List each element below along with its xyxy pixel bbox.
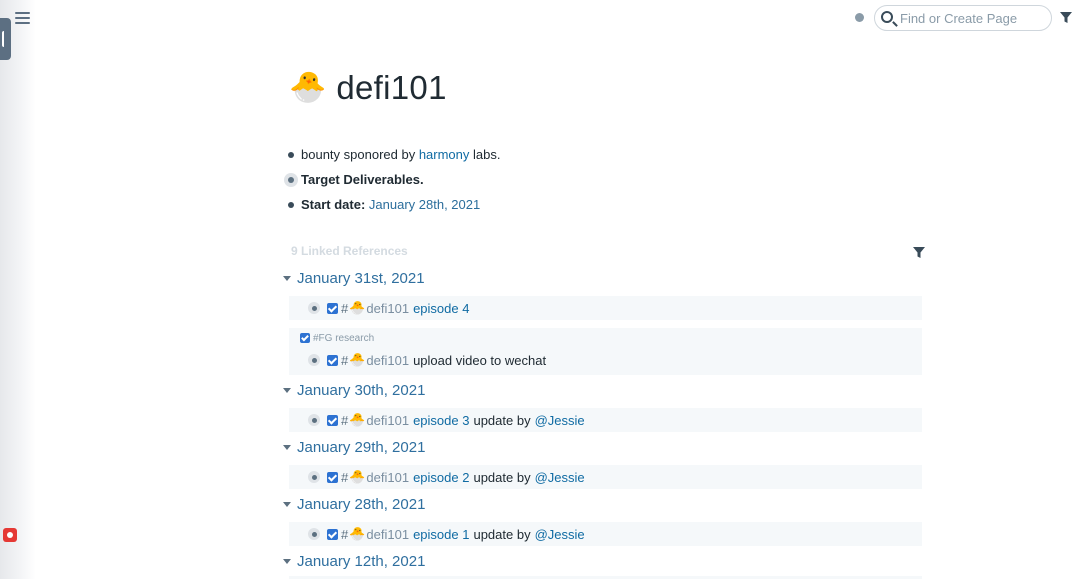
tag-hash: #	[341, 412, 349, 428]
reference-date-title[interactable]: January 30th, 2021	[297, 382, 425, 399]
reference-group-header[interactable]: January 30th, 2021	[283, 380, 425, 400]
date-link[interactable]: January 28th, 2021	[369, 197, 480, 212]
reference-text: upload video to wechat	[413, 352, 547, 368]
reference-date-title[interactable]: January 29th, 2021	[297, 439, 425, 456]
reference-group-header[interactable]: January 12th, 2021	[283, 551, 425, 571]
collapsed-bullet-icon[interactable]	[308, 471, 320, 483]
reference-block[interactable]: # 🐣 defi101 episode 4	[289, 296, 922, 320]
sync-status-dot	[855, 13, 864, 22]
collapsed-bullet-icon[interactable]	[308, 354, 320, 366]
filter-icon[interactable]	[1060, 12, 1072, 24]
block-bold-text: Start date:	[301, 197, 366, 212]
caret-down-icon[interactable]	[283, 444, 291, 450]
collapsed-bullet-icon[interactable]	[308, 414, 320, 426]
page-title-row: 🐣 defi101	[289, 68, 447, 108]
breadcrumb[interactable]: #FG research	[289, 328, 922, 348]
reference-date-title[interactable]: January 28th, 2021	[297, 496, 425, 513]
sidebar-toggle-tab[interactable]	[0, 18, 11, 60]
tag-emoji: 🐣	[349, 352, 366, 368]
page-link-episode[interactable]: episode 2	[413, 470, 469, 485]
reference-group-header[interactable]: January 29th, 2021	[283, 437, 425, 457]
reference-group-header[interactable]: January 31st, 2021	[283, 268, 425, 288]
bullet-icon[interactable]	[284, 198, 298, 212]
reference-block[interactable]: #FG research # 🐣 defi101 upload video to w…	[289, 328, 922, 375]
tag-emoji: 🐣	[349, 526, 366, 542]
reference-text: update by	[473, 412, 531, 428]
tag-defi101[interactable]: defi101	[366, 527, 409, 542]
breadcrumb-checkbox	[300, 333, 310, 343]
reference-date-title[interactable]: January 31st, 2021	[297, 270, 425, 287]
collapsed-bullet-icon[interactable]	[308, 528, 320, 540]
block-bold-text: Target Deliverables.	[301, 172, 424, 187]
reference-block[interactable]: # 🐣 defi101 episode 2 update by @Jessie	[289, 465, 922, 489]
references-filter-icon[interactable]	[913, 247, 925, 259]
tag-defi101[interactable]: defi101	[366, 470, 409, 485]
reference-group-header[interactable]: January 28th, 2021	[283, 494, 425, 514]
tag-hash: #	[341, 300, 349, 316]
done-checkbox[interactable]	[327, 414, 338, 426]
block-text: bounty sponored by harmony labs.	[301, 147, 501, 162]
page-link-episode[interactable]: episode 4	[413, 301, 469, 316]
mention-link[interactable]: @Jessie	[535, 470, 585, 485]
caret-down-icon[interactable]	[283, 275, 291, 281]
reference-block[interactable]: # 🐣 defi101 episode 3 update by @Jessie	[289, 408, 922, 432]
reference-text: update by	[473, 526, 531, 542]
reference-line[interactable]: # 🐣 defi101 episode 3 update by @Jessie	[289, 408, 922, 432]
linked-references-header[interactable]: 9 Linked References	[291, 244, 408, 258]
caret-down-icon[interactable]	[283, 501, 291, 507]
collapsed-bullet-icon[interactable]	[284, 172, 298, 187]
page-link-episode[interactable]: episode 3	[413, 413, 469, 428]
reference-block[interactable]: # 🐣 defi101 episode 1 update by @Jessie	[289, 522, 922, 546]
tag-hash: #	[341, 352, 349, 368]
done-checkbox[interactable]	[327, 471, 338, 483]
reference-line[interactable]: # 🐣 defi101 upload video to wechat	[289, 348, 922, 372]
collapsed-bullet-icon[interactable]	[308, 302, 320, 314]
page-emoji: 🐣	[289, 70, 327, 105]
block-target-deliverables[interactable]: Target Deliverables.	[284, 167, 500, 192]
tag-defi101[interactable]: defi101	[366, 353, 409, 368]
tag-hash: #	[341, 526, 349, 542]
mention-link[interactable]: @Jessie	[535, 527, 585, 542]
reference-date-title[interactable]: January 12th, 2021	[297, 553, 425, 570]
mention-link[interactable]: @Jessie	[535, 413, 585, 428]
caret-down-icon[interactable]	[283, 558, 291, 564]
block-bounty[interactable]: bounty sponored by harmony labs.	[284, 142, 500, 167]
tag-defi101[interactable]: defi101	[366, 413, 409, 428]
reference-line[interactable]: # 🐣 defi101 episode 2 update by @Jessie	[289, 465, 922, 489]
done-checkbox[interactable]	[327, 354, 338, 366]
page-title[interactable]: defi101	[336, 69, 446, 107]
caret-down-icon[interactable]	[283, 387, 291, 393]
search-box[interactable]	[874, 5, 1052, 31]
page-link-episode[interactable]: episode 1	[413, 527, 469, 542]
reference-text: update by	[473, 469, 531, 485]
page-link-harmony[interactable]: harmony	[419, 147, 470, 162]
left-sidebar-edge	[0, 0, 36, 579]
tag-hash: #	[341, 469, 349, 485]
search-icon	[881, 11, 893, 23]
tag-defi101[interactable]: defi101	[366, 301, 409, 316]
bullet-icon[interactable]	[284, 148, 298, 162]
tag-emoji: 🐣	[349, 300, 366, 316]
page-blocks: bounty sponored by harmony labs. Target …	[284, 142, 500, 217]
record-icon[interactable]	[3, 528, 17, 542]
reference-line[interactable]: # 🐣 defi101 episode 4	[289, 296, 922, 320]
done-checkbox[interactable]	[327, 528, 338, 540]
tag-emoji: 🐣	[349, 412, 366, 428]
breadcrumb-text[interactable]: #FG research	[313, 333, 374, 344]
reference-line[interactable]: # 🐣 defi101 episode 1 update by @Jessie	[289, 522, 922, 546]
block-start-date[interactable]: Start date: January 28th, 2021	[284, 192, 500, 217]
hamburger-menu-icon[interactable]	[15, 11, 31, 24]
search-input[interactable]	[900, 9, 1045, 27]
tag-emoji: 🐣	[349, 469, 366, 485]
done-checkbox[interactable]	[327, 302, 338, 314]
